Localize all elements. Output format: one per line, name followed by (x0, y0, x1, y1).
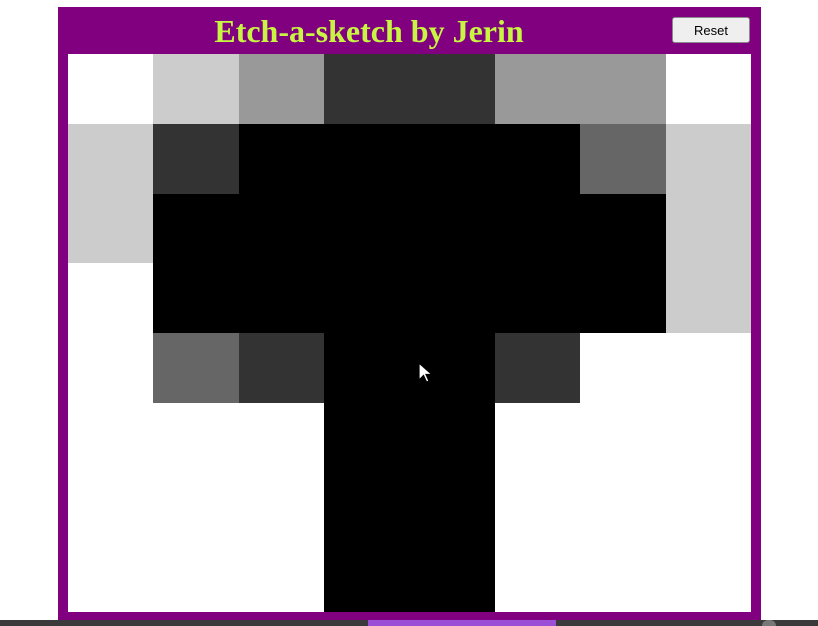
grid-cell[interactable] (494, 472, 581, 543)
grid-cell[interactable] (324, 54, 410, 124)
grid-cell[interactable] (665, 54, 751, 124)
grid-cell[interactable] (153, 123, 239, 194)
grid-cell[interactable] (153, 193, 239, 264)
grid-cell[interactable] (153, 333, 239, 403)
grid-cell[interactable] (580, 263, 666, 333)
mouse-pointer-icon (418, 362, 434, 383)
grid-cell[interactable] (665, 123, 751, 194)
grid-cell[interactable] (68, 123, 154, 194)
grid-cell[interactable] (409, 402, 495, 473)
grid-cell[interactable] (494, 54, 581, 124)
taskbar-active-item[interactable] (368, 620, 556, 626)
grid-cell[interactable] (238, 472, 325, 543)
grid-cell[interactable] (665, 402, 751, 473)
grid-cell[interactable] (409, 123, 495, 194)
grid-cell[interactable] (665, 193, 751, 264)
grid-cell[interactable] (68, 333, 154, 403)
grid-cell[interactable] (68, 542, 154, 612)
grid-cell[interactable] (324, 193, 410, 264)
grid-cell[interactable] (153, 402, 239, 473)
grid-cell[interactable] (409, 542, 495, 612)
grid-cell[interactable] (409, 193, 495, 264)
grid-cell[interactable] (409, 54, 495, 124)
sketch-grid[interactable] (68, 54, 751, 612)
grid-cell[interactable] (580, 54, 666, 124)
grid-cell[interactable] (238, 54, 325, 124)
grid-cell[interactable] (580, 193, 666, 264)
grid-cell[interactable] (494, 333, 581, 403)
grid-cell[interactable] (324, 472, 410, 543)
grid-cell[interactable] (580, 333, 666, 403)
grid-cell[interactable] (580, 402, 666, 473)
page-title: Etch-a-sketch by Jerin (214, 13, 524, 49)
grid-cell[interactable] (153, 542, 239, 612)
grid-cell[interactable] (409, 472, 495, 543)
grid-cell[interactable] (494, 263, 581, 333)
grid-cell[interactable] (665, 542, 751, 612)
grid-cell[interactable] (68, 472, 154, 543)
grid-cell[interactable] (238, 542, 325, 612)
grid-cell[interactable] (324, 333, 410, 403)
grid-cell[interactable] (665, 333, 751, 403)
grid-cell[interactable] (324, 123, 410, 194)
grid-cell[interactable] (665, 263, 751, 333)
grid-cell[interactable] (153, 472, 239, 543)
grid-cell[interactable] (580, 542, 666, 612)
grid-cell[interactable] (665, 472, 751, 543)
grid-cell[interactable] (68, 54, 154, 124)
grid-cell[interactable] (238, 263, 325, 333)
grid-cell[interactable] (494, 402, 581, 473)
grid-cell[interactable] (324, 402, 410, 473)
grid-cell[interactable] (238, 123, 325, 194)
grid-cell[interactable] (238, 193, 325, 264)
grid-cell[interactable] (68, 402, 154, 473)
grid-cell[interactable] (580, 123, 666, 194)
grid-cell[interactable] (68, 263, 154, 333)
reset-button[interactable]: Reset (672, 17, 750, 43)
etch-a-sketch-container: Etch-a-sketch by Jerin Reset (58, 7, 761, 620)
grid-cell[interactable] (153, 263, 239, 333)
tray-icon[interactable] (762, 620, 776, 626)
grid-cell[interactable] (409, 263, 495, 333)
grid-cell[interactable] (324, 263, 410, 333)
grid-cell[interactable] (238, 333, 325, 403)
grid-cell[interactable] (494, 542, 581, 612)
grid-cell[interactable] (494, 193, 581, 264)
grid-cell[interactable] (153, 54, 239, 124)
grid-cell[interactable] (580, 472, 666, 543)
grid-cell[interactable] (68, 193, 154, 264)
grid-cell[interactable] (324, 542, 410, 612)
grid-cell[interactable] (494, 123, 581, 194)
grid-cell[interactable] (238, 402, 325, 473)
